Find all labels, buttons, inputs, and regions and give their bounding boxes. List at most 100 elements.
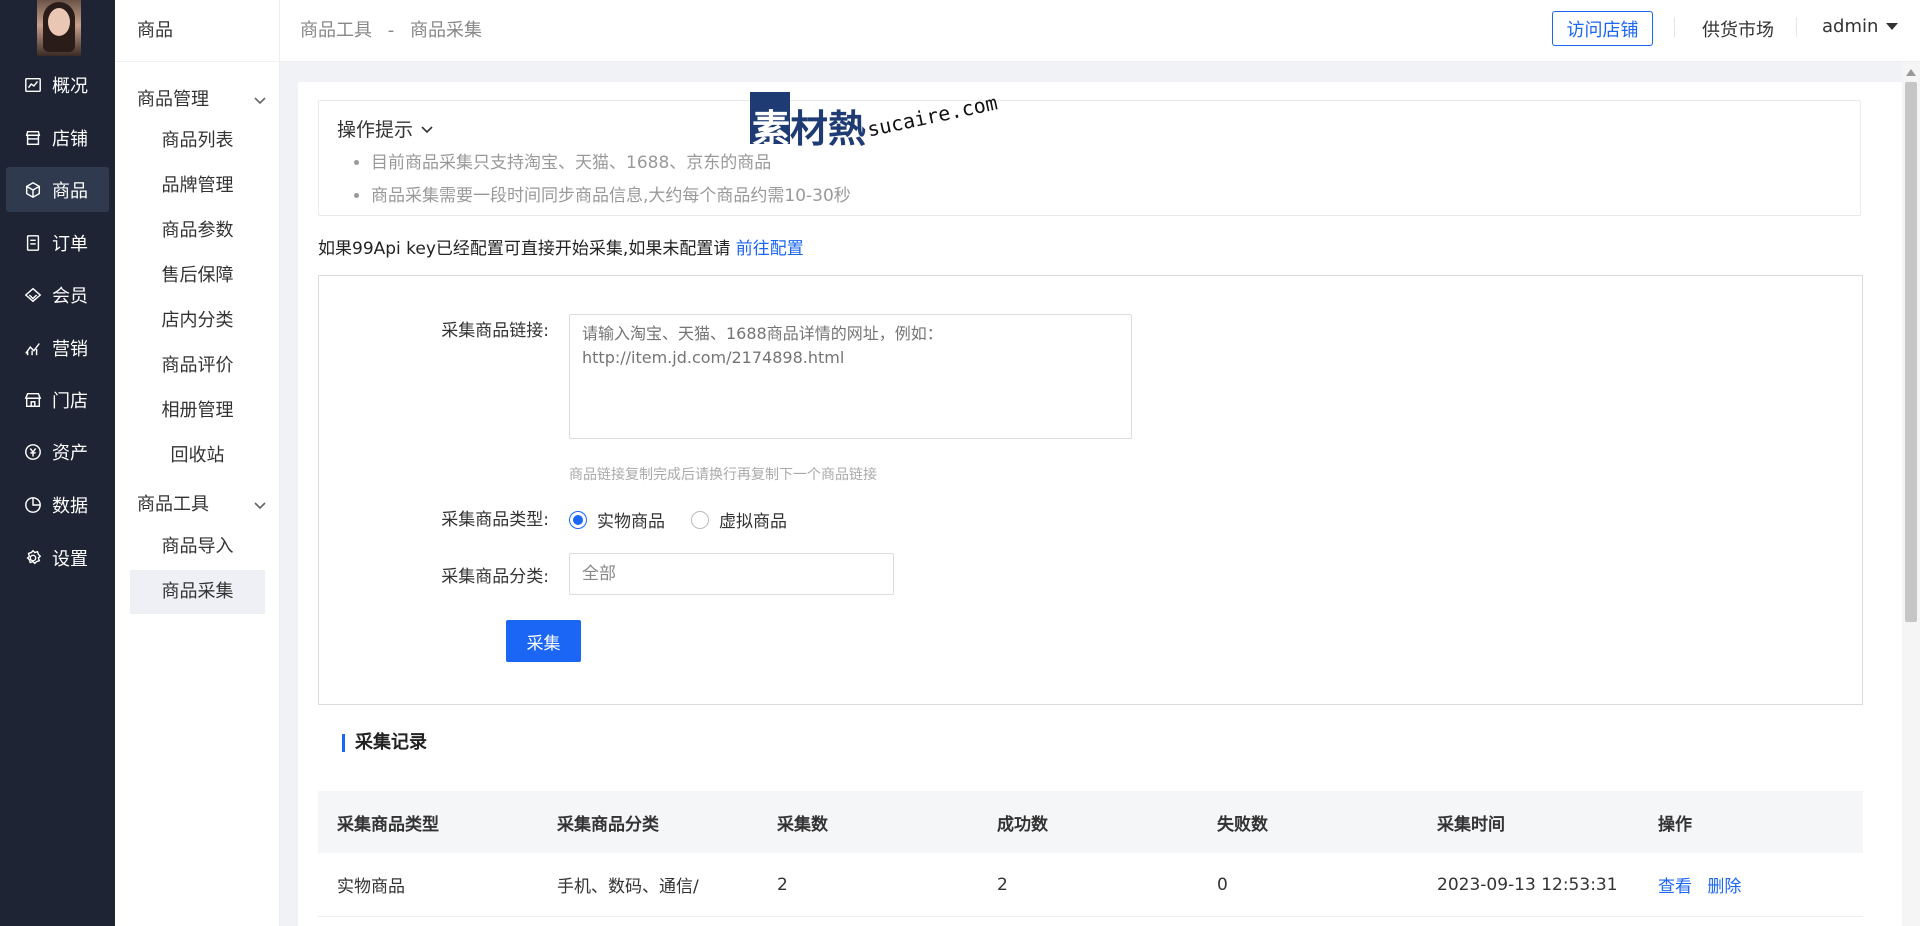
nav-item-goods[interactable]: 商品	[6, 167, 109, 212]
sidebar-item-collect[interactable]: 商品采集	[130, 570, 265, 614]
divider	[1796, 17, 1797, 37]
nav-label: 营销	[52, 338, 88, 360]
avatar[interactable]	[37, 0, 81, 56]
tips-toggle[interactable]: 操作提示	[337, 115, 435, 142]
scrollbar[interactable]	[1902, 62, 1920, 926]
trend-icon	[23, 338, 43, 358]
chart-icon	[23, 75, 43, 95]
cell-fail: 0	[1217, 874, 1228, 895]
top-header: 商品工具 - 商品采集 访问店铺 供货市场 admin	[280, 0, 1920, 62]
cell-success: 2	[997, 874, 1008, 895]
tips-title: 操作提示	[337, 119, 414, 141]
tip-item: 商品采集需要一段时间同步商品信息,大约每个商品约需10-30秒	[371, 182, 851, 215]
main-nav: 概况 店铺 商品 订单 会员 营销 门店 资产 数据 设置	[0, 0, 115, 926]
tips-panel: 操作提示 目前商品采集只支持淘宝、天猫、1688、京东的商品 商品采集需要一段时…	[318, 100, 1861, 216]
type-radio-group: 实物商品 虚拟商品	[569, 507, 787, 532]
breadcrumb-current: 商品采集	[409, 20, 482, 41]
column-header: 采集商品类型	[337, 814, 439, 835]
collect-button[interactable]: 采集	[506, 620, 581, 662]
column-header: 采集数	[777, 814, 828, 835]
column-header: 采集商品分类	[557, 814, 659, 835]
view-link[interactable]: 查看	[1658, 877, 1692, 897]
chevron-down-icon	[421, 125, 433, 133]
group-goods-tools[interactable]: 商品工具	[137, 490, 267, 516]
nav-label: 商品	[52, 180, 88, 202]
subnav-title: 商品	[137, 20, 173, 41]
pie-icon	[23, 495, 43, 515]
breadcrumb-sep: -	[387, 20, 395, 41]
nav-item-members[interactable]: 会员	[6, 272, 109, 317]
radio-virtual-label[interactable]: 虚拟商品	[719, 507, 787, 532]
collect-form: 采集商品链接: 商品链接复制完成后请换行再复制下一个商品链接 采集商品类型: 实…	[318, 275, 1863, 705]
nav-item-store[interactable]: 店铺	[6, 115, 109, 160]
nav-label: 订单	[52, 233, 88, 255]
breadcrumb-item[interactable]: 商品工具	[300, 20, 372, 41]
link-hint: 商品链接复制完成后请换行再复制下一个商品链接	[569, 467, 877, 483]
group-label: 商品管理	[137, 89, 209, 110]
nav-item-overview[interactable]: 概况	[6, 62, 109, 107]
user-menu[interactable]: admin	[1822, 16, 1899, 37]
nav-item-outlets[interactable]: 门店	[6, 377, 109, 422]
user-name: admin	[1822, 16, 1879, 37]
column-header: 操作	[1658, 814, 1692, 835]
sidebar-item-category[interactable]: 店内分类	[130, 299, 265, 343]
type-label: 采集商品类型:	[441, 510, 549, 530]
divider	[1674, 17, 1675, 37]
nav-item-marketing[interactable]: 营销	[6, 325, 109, 370]
scroll-up-icon[interactable]	[1906, 69, 1916, 76]
config-notice: 如果99Api key已经配置可直接开始采集,如果未配置请 前往配置	[318, 234, 804, 259]
table-row: 实物商品 手机、数码、通信/ 2 2 0 2023-09-13 12:53:31…	[318, 853, 1863, 917]
cell-category: 手机、数码、通信/	[557, 877, 699, 897]
cell-time: 2023-09-13 12:53:31	[1437, 874, 1618, 895]
nav-label: 设置	[52, 548, 88, 570]
column-header: 失败数	[1217, 814, 1268, 835]
radio-virtual[interactable]	[691, 510, 709, 529]
gear-icon	[23, 548, 43, 568]
cell-count: 2	[777, 874, 788, 895]
caret-down-icon	[1886, 23, 1899, 30]
records-title: 采集记录	[342, 734, 427, 752]
watermark-logo: 素材熱 sucaire.com	[750, 90, 1000, 151]
group-goods-management[interactable]: 商品管理	[137, 85, 267, 111]
table-header: 采集商品类型 采集商品分类 采集数 成功数 失败数 采集时间 操作	[318, 791, 1863, 853]
collect-link-input[interactable]	[569, 314, 1132, 439]
nav-item-data[interactable]: 数据	[6, 482, 109, 527]
sub-sidebar: 商品 商品管理 商品列表 品牌管理 商品参数 售后保障 店内分类 商品评价 相册…	[115, 0, 280, 926]
chevron-down-icon	[253, 91, 267, 105]
nav-item-assets[interactable]: 资产	[6, 429, 109, 474]
nav-item-orders[interactable]: 订单	[6, 220, 109, 265]
group-label: 商品工具	[137, 494, 209, 515]
sidebar-item-aftersale[interactable]: 售后保障	[130, 254, 265, 298]
nav-item-settings[interactable]: 设置	[6, 535, 109, 580]
radio-physical[interactable]	[569, 510, 587, 529]
category-select[interactable]: 全部	[569, 553, 894, 595]
yen-icon	[23, 442, 43, 462]
divider	[115, 61, 280, 62]
records-table: 采集商品类型 采集商品分类 采集数 成功数 失败数 采集时间 操作 实物商品 手…	[318, 791, 1863, 917]
column-header: 采集时间	[1437, 814, 1505, 835]
sidebar-item-import[interactable]: 商品导入	[130, 525, 265, 569]
nav-label: 概况	[52, 75, 88, 97]
box-icon	[23, 180, 43, 200]
go-config-link[interactable]: 前往配置	[736, 239, 804, 259]
sidebar-item-goods-list[interactable]: 商品列表	[130, 119, 265, 163]
shop-icon	[23, 390, 43, 410]
sidebar-item-brand[interactable]: 品牌管理	[130, 164, 265, 208]
scrollbar-thumb[interactable]	[1905, 82, 1917, 622]
supply-market-link[interactable]: 供货市场	[1702, 16, 1774, 42]
delete-link[interactable]: 删除	[1707, 877, 1741, 897]
breadcrumb: 商品工具 - 商品采集	[300, 16, 482, 42]
category-label: 采集商品分类:	[441, 567, 549, 587]
sidebar-item-reviews[interactable]: 商品评价	[130, 344, 265, 388]
sidebar-item-params[interactable]: 商品参数	[130, 209, 265, 253]
nav-label: 门店	[52, 390, 88, 412]
visit-store-button[interactable]: 访问店铺	[1552, 11, 1653, 46]
chevron-down-icon	[253, 496, 267, 510]
sidebar-item-recycle[interactable]: 回收站	[130, 434, 265, 478]
store-icon	[23, 128, 43, 148]
column-header: 成功数	[997, 814, 1048, 835]
radio-physical-label[interactable]: 实物商品	[597, 507, 665, 532]
sidebar-item-album[interactable]: 相册管理	[130, 389, 265, 433]
nav-label: 会员	[52, 285, 88, 307]
cell-type: 实物商品	[337, 877, 405, 897]
